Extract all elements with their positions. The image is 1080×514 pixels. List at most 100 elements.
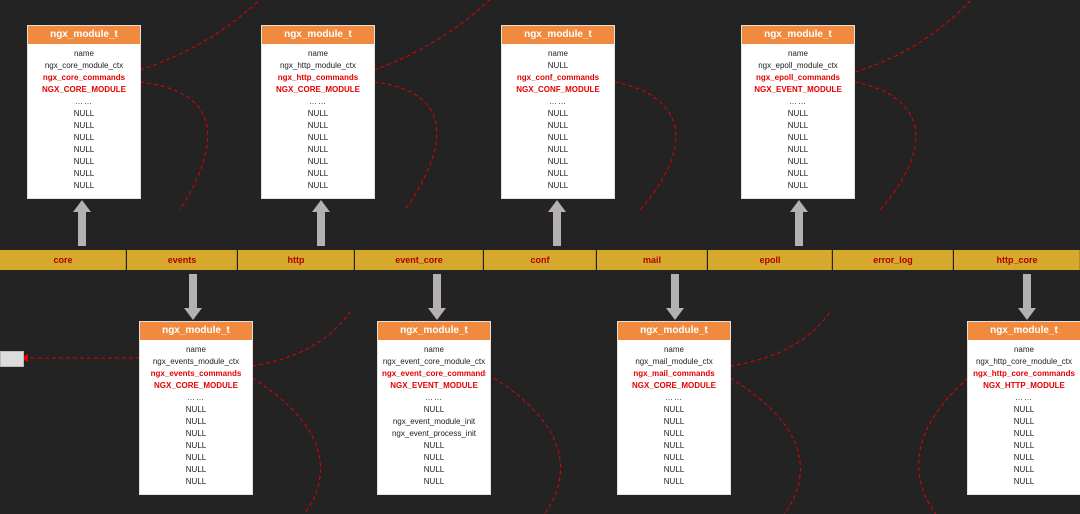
module-row: NGX_CORE_MODULE (266, 84, 370, 96)
module-row: NULL (746, 156, 850, 168)
module-row: NGX_CORE_MODULE (32, 84, 136, 96)
module-row: NULL (746, 180, 850, 192)
module-row: NULL (972, 440, 1076, 452)
module-row: NULL (382, 464, 486, 476)
top-module-1: ngx_module_tnamengx_http_module_ctxngx_h… (262, 26, 374, 198)
module-row: ngx_epoll_commands (746, 72, 850, 84)
module-header: ngx_module_t (378, 322, 490, 340)
module-row: NGX_CORE_MODULE (622, 380, 726, 392)
bottom-module-0: ngx_module_tnamengx_events_module_ctxngx… (140, 322, 252, 494)
top-module-3: ngx_module_tnamengx_epoll_module_ctxngx_… (742, 26, 854, 198)
module-row: NULL (266, 120, 370, 132)
module-row: NULL (506, 120, 610, 132)
module-row: ngx_http_module_ctx (266, 60, 370, 72)
module-body: namengx_event_core_module_ctxngx_event_c… (378, 340, 490, 494)
module-row: NGX_CORE_MODULE (144, 380, 248, 392)
module-header: ngx_module_t (28, 26, 140, 44)
module-body: namengx_core_module_ctxngx_core_commands… (28, 44, 140, 198)
module-row: name (622, 344, 726, 356)
module-row: ngx_epoll_module_ctx (746, 60, 850, 72)
module-row: name (144, 344, 248, 356)
module-row: …… (622, 392, 726, 404)
bar-cell-epoll: epoll (708, 250, 832, 270)
module-row: NULL (382, 476, 486, 488)
module-row: name (266, 48, 370, 60)
module-row: NULL (506, 180, 610, 192)
module-row: …… (972, 392, 1076, 404)
bar-cell-error_log: error_log (833, 250, 953, 270)
diagram-stage: { "bar": { "y": 250, "items": [ {"label"… (0, 0, 1080, 514)
module-body: namengx_mail_module_ctxngx_mail_commands… (618, 340, 730, 494)
module-row: NGX_EVENT_MODULE (382, 380, 486, 392)
module-row: NULL (746, 108, 850, 120)
bar-cell-event_core: event_core (355, 250, 483, 270)
module-row: NULL (506, 60, 610, 72)
module-row: NULL (144, 464, 248, 476)
module-row: NULL (746, 144, 850, 156)
module-row: NULL (746, 120, 850, 132)
stub-box (0, 351, 24, 367)
module-header: ngx_module_t (618, 322, 730, 340)
module-header: ngx_module_t (140, 322, 252, 340)
module-row: NULL (266, 156, 370, 168)
module-row: ngx_core_commands (32, 72, 136, 84)
module-row: NULL (622, 476, 726, 488)
module-row: ngx_conf_commands (506, 72, 610, 84)
module-row: NULL (266, 180, 370, 192)
module-row: NULL (266, 132, 370, 144)
bar-cell-events: events (127, 250, 237, 270)
module-body: namengx_http_module_ctxngx_http_commands… (262, 44, 374, 198)
module-row: …… (746, 96, 850, 108)
bottom-module-2: ngx_module_tnamengx_mail_module_ctxngx_m… (618, 322, 730, 494)
arrow-down (184, 274, 202, 310)
module-row: ngx_http_core_module_ctx (972, 356, 1076, 368)
module-row: NULL (746, 168, 850, 180)
arrow-down (666, 274, 684, 310)
module-header: ngx_module_t (968, 322, 1080, 340)
module-row: NULL (144, 440, 248, 452)
arrow-up (73, 210, 91, 246)
arrow-up (548, 210, 566, 246)
module-row: …… (382, 392, 486, 404)
module-row: NULL (622, 404, 726, 416)
module-row: …… (32, 96, 136, 108)
module-row: NULL (32, 180, 136, 192)
module-row: …… (144, 392, 248, 404)
module-row: NULL (622, 464, 726, 476)
arrow-down (428, 274, 446, 310)
module-row: NULL (32, 108, 136, 120)
module-row: NULL (382, 440, 486, 452)
top-module-2: ngx_module_tnameNULLngx_conf_commandsNGX… (502, 26, 614, 198)
module-row: ngx_http_core_commands (972, 368, 1076, 380)
module-header: ngx_module_t (742, 26, 854, 44)
module-row: NULL (144, 476, 248, 488)
module-header: ngx_module_t (262, 26, 374, 44)
bottom-module-1: ngx_module_tnamengx_event_core_module_ct… (378, 322, 490, 494)
module-row: NULL (972, 428, 1076, 440)
module-row: NULL (32, 156, 136, 168)
module-row: NULL (382, 452, 486, 464)
arrow-down (1018, 274, 1036, 310)
module-row: NULL (506, 108, 610, 120)
module-row: NULL (506, 156, 610, 168)
bar-cell-http: http (238, 250, 354, 270)
module-row: name (972, 344, 1076, 356)
arrow-up (312, 210, 330, 246)
module-row: NULL (622, 428, 726, 440)
module-row: ngx_event_process_init (382, 428, 486, 440)
module-row: NULL (32, 144, 136, 156)
module-row: NULL (506, 144, 610, 156)
bar-cell-conf: conf (484, 250, 596, 270)
top-module-0: ngx_module_tnamengx_core_module_ctxngx_c… (28, 26, 140, 198)
module-row: NULL (144, 428, 248, 440)
module-row: ngx_events_module_ctx (144, 356, 248, 368)
module-row: NULL (144, 416, 248, 428)
module-row: NGX_HTTP_MODULE (972, 380, 1076, 392)
module-body: namengx_events_module_ctxngx_events_comm… (140, 340, 252, 494)
module-row: ngx_mail_module_ctx (622, 356, 726, 368)
module-row: NULL (972, 416, 1076, 428)
module-row: NULL (266, 168, 370, 180)
bar-cell-http_core: http_core (954, 250, 1080, 270)
module-row: NGX_EVENT_MODULE (746, 84, 850, 96)
module-row: ngx_mail_commands (622, 368, 726, 380)
